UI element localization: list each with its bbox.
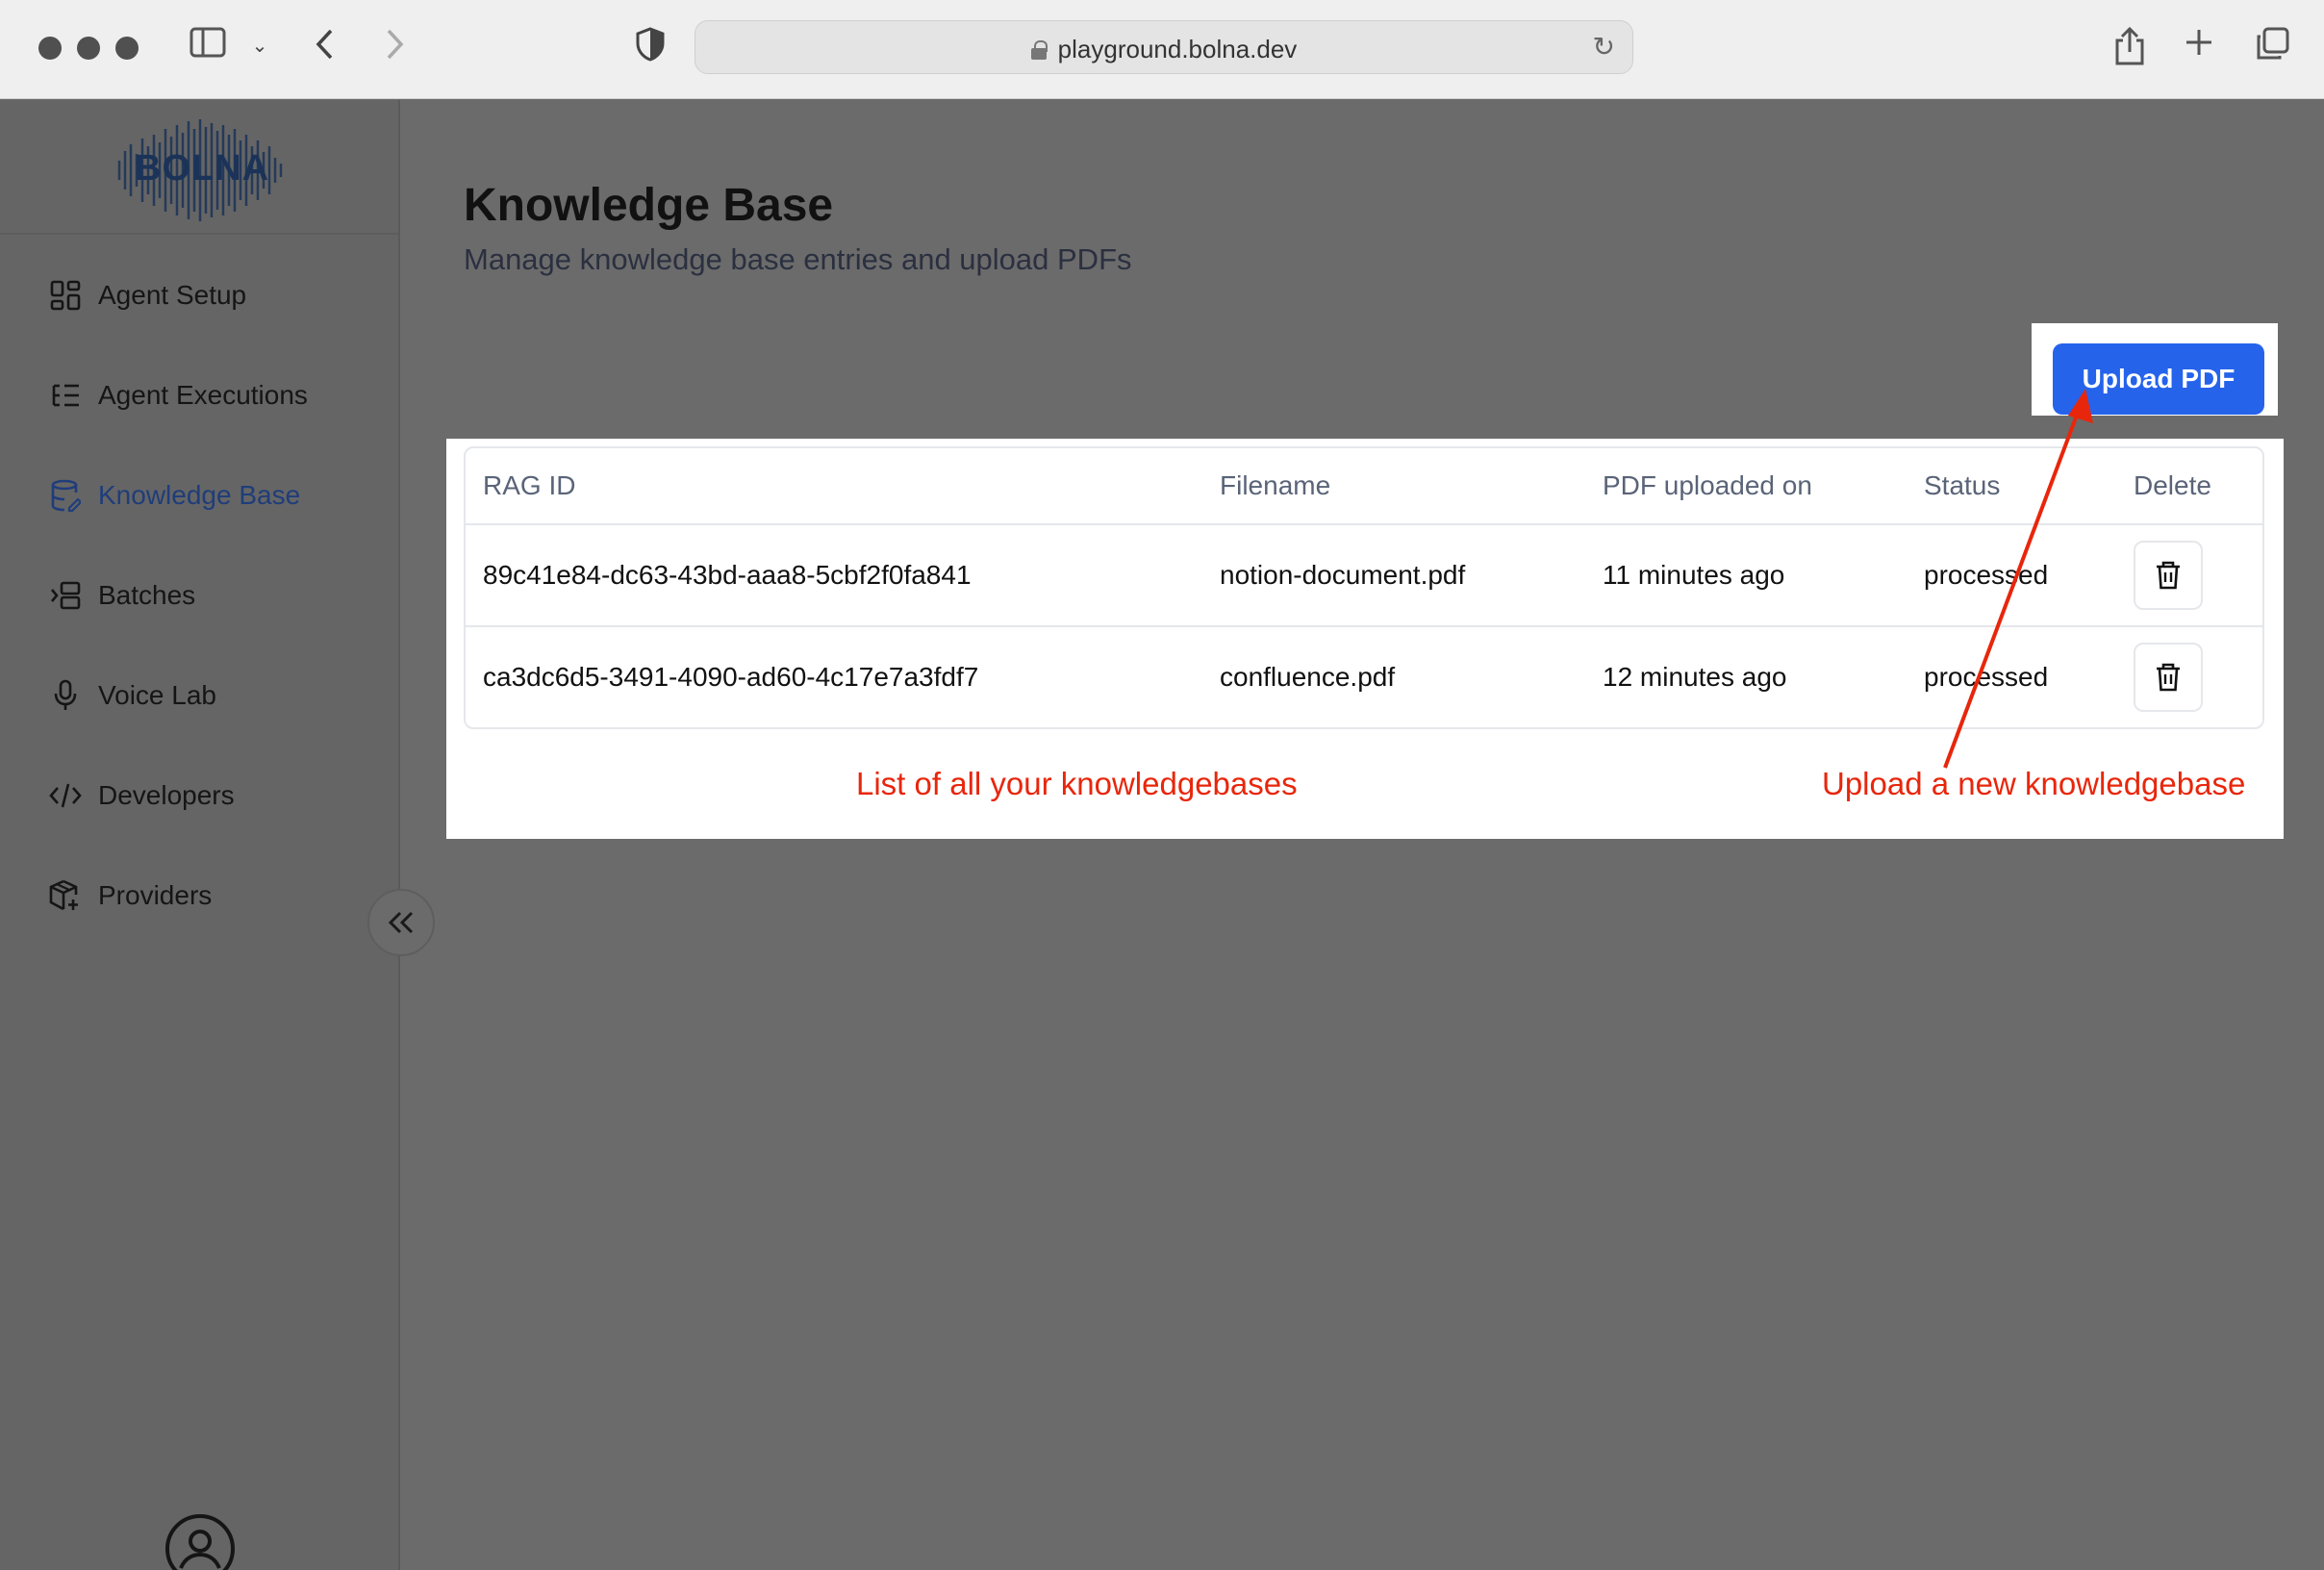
share-icon[interactable] (2110, 26, 2149, 74)
chevrons-left-icon (388, 911, 414, 934)
sidebar-item-label: Knowledge Base (98, 480, 301, 510)
page-subtitle: Manage knowledge base entries and upload… (464, 242, 1132, 276)
sidebar: BOLNA Agent Setup Agent Executions Knowl… (0, 100, 400, 1570)
knowledge-base-table: RAG ID Filename PDF uploaded on Status D… (464, 446, 2264, 729)
code-icon (46, 776, 85, 815)
sidebar-item-voice-lab[interactable]: Voice Lab (46, 667, 373, 724)
sidebar-item-label: Agent Setup (98, 280, 247, 310)
column-header-rag-id: RAG ID (483, 470, 576, 500)
delete-cell (2134, 525, 2203, 625)
sidebar-item-knowledge-base[interactable]: Knowledge Base (46, 467, 373, 524)
table-row: 89c41e84-dc63-43bd-aaa8-5cbf2f0fa841 not… (466, 525, 2262, 627)
sidebar-item-label: Batches (98, 580, 196, 610)
list-icon (46, 376, 85, 415)
sidebar-item-providers[interactable]: Providers (46, 867, 373, 924)
new-tab-icon[interactable] (2180, 27, 2218, 65)
close-window-button[interactable] (38, 37, 62, 60)
column-header-uploaded: PDF uploaded on (1603, 470, 1812, 500)
column-header-status: Status (1924, 470, 2001, 500)
user-avatar-icon[interactable] (165, 1514, 235, 1570)
package-icon (46, 876, 85, 915)
grid-icon (46, 276, 85, 315)
sidebar-item-label: Providers (98, 880, 213, 910)
sidebar-toggle-icon[interactable] (189, 27, 227, 66)
microphone-icon (46, 676, 85, 715)
reload-icon[interactable]: ↻ (1593, 31, 1615, 63)
sidebar-item-label: Voice Lab (98, 680, 216, 710)
delete-button[interactable] (2134, 643, 2203, 712)
back-arrow-icon[interactable] (308, 27, 342, 70)
sidebar-item-batches[interactable]: Batches (46, 567, 373, 624)
column-header-filename: Filename (1220, 470, 1331, 500)
column-header-delete: Delete (2134, 470, 2211, 500)
zoom-window-button[interactable] (115, 37, 139, 60)
sidebar-item-agent-setup[interactable]: Agent Setup (46, 266, 373, 324)
sidebar-item-label: Developers (98, 780, 235, 810)
batches-icon (46, 576, 85, 615)
logo-text: BOLNA (135, 148, 270, 189)
database-icon (46, 476, 85, 515)
page-title: Knowledge Base (464, 180, 834, 231)
status-cell: processed (1924, 560, 2049, 590)
uploaded-cell: 11 minutes ago (1603, 560, 1785, 590)
address-bar[interactable]: playground.bolna.dev ↻ (695, 20, 1633, 74)
browser-toolbar: ⌄ playground.bolna.dev ↻ (0, 0, 2324, 99)
filename-cell: notion-document.pdf (1220, 560, 1466, 590)
minimize-window-button[interactable] (77, 37, 100, 60)
chevron-down-icon[interactable]: ⌄ (248, 27, 271, 65)
delete-cell (2134, 627, 2203, 727)
status-cell: processed (1924, 662, 2049, 692)
shield-icon[interactable] (631, 27, 669, 70)
lock-icon (1030, 40, 1048, 60)
upload-pdf-button[interactable]: Upload PDF (2053, 343, 2264, 415)
table-header-row: RAG ID Filename PDF uploaded on Status D… (466, 448, 2262, 525)
trash-icon (2157, 561, 2180, 590)
delete-button[interactable] (2134, 541, 2203, 610)
tab-overview-icon[interactable] (2253, 27, 2291, 70)
trash-icon (2157, 663, 2180, 692)
rag-id-cell: 89c41e84-dc63-43bd-aaa8-5cbf2f0fa841 (483, 560, 972, 590)
rag-id-cell: ca3dc6d5-3491-4090-ad60-4c17e7a3fdf7 (483, 662, 979, 692)
annotation-upload-note: Upload a new knowledgebase (1822, 766, 2246, 801)
logo[interactable]: BOLNA (0, 100, 398, 235)
sidebar-item-developers[interactable]: Developers (46, 767, 373, 824)
sidebar-item-label: Agent Executions (98, 380, 308, 410)
address-url: playground.bolna.dev (1057, 35, 1298, 63)
sidebar-item-agent-executions[interactable]: Agent Executions (46, 367, 373, 424)
forward-arrow-icon[interactable] (377, 27, 412, 70)
collapse-sidebar-button[interactable] (367, 889, 435, 956)
uploaded-cell: 12 minutes ago (1603, 662, 1787, 692)
filename-cell: confluence.pdf (1220, 662, 1396, 692)
table-row: ca3dc6d5-3491-4090-ad60-4c17e7a3fdf7 con… (466, 627, 2262, 727)
annotation-list-note: List of all your knowledgebases (856, 766, 1298, 801)
